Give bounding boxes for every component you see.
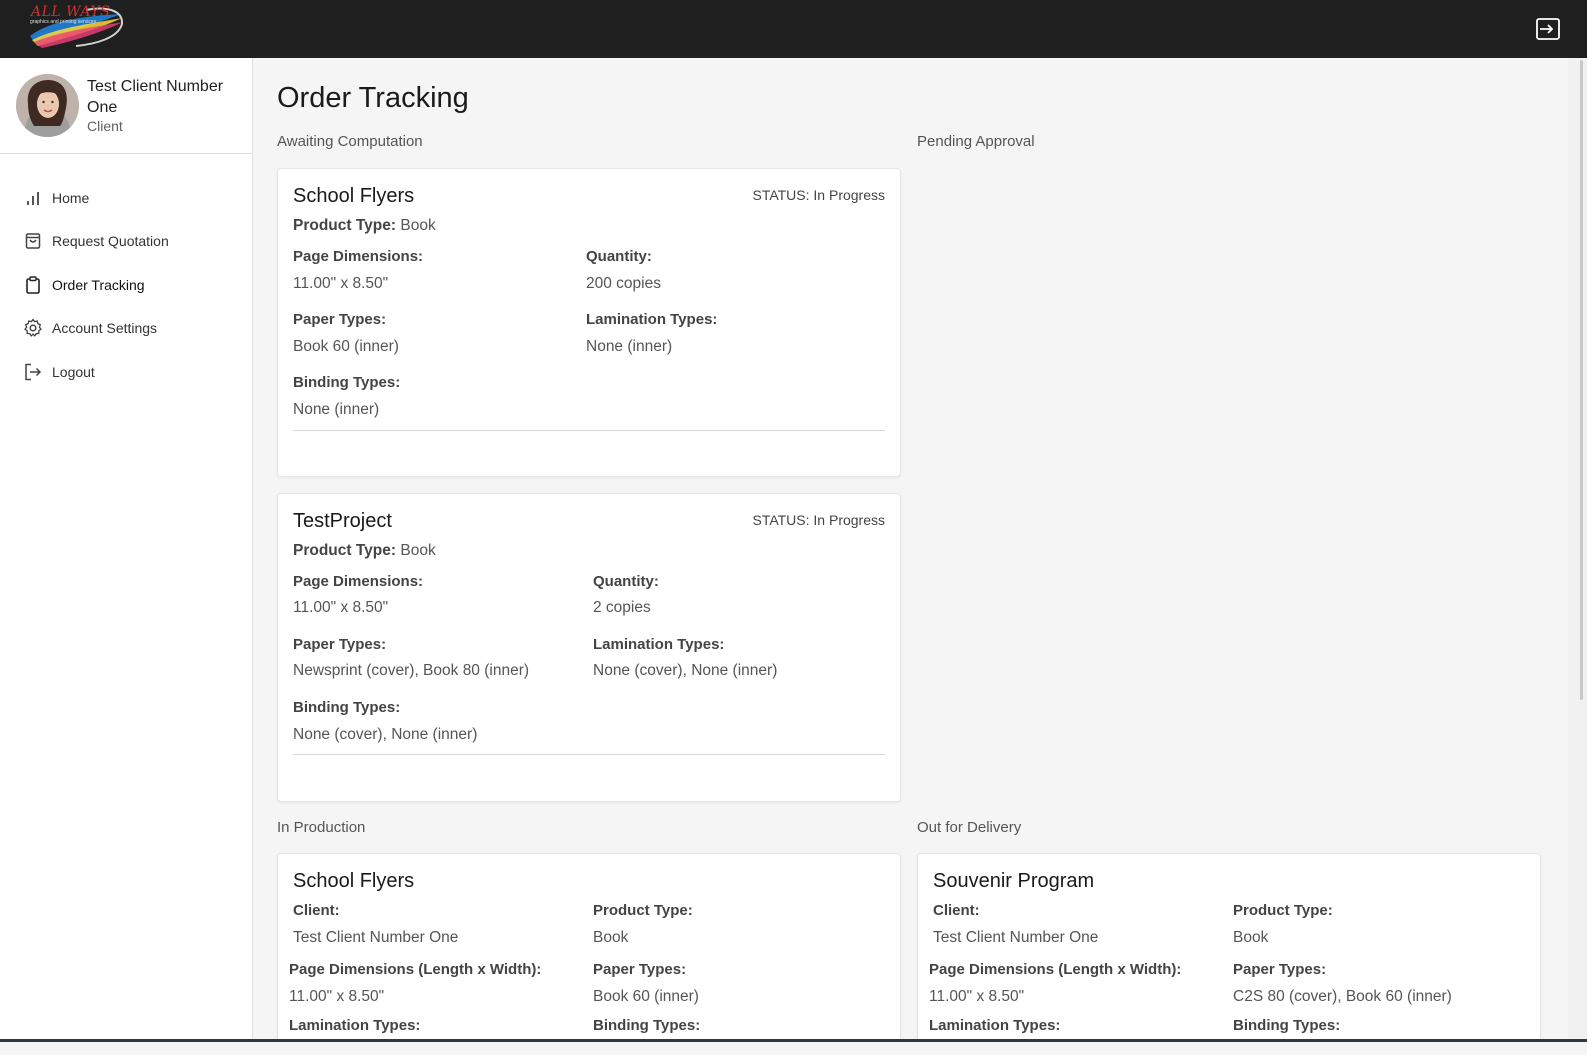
lamination-types-value: None (inner): [586, 338, 673, 355]
page-dimensions-label: Page Dimensions (Length x Width):: [289, 961, 542, 978]
page-title: Order Tracking: [277, 82, 469, 114]
top-app-bar: ALL WAYS graphics and printing services: [0, 0, 1587, 58]
lamination-types-label: Lamination Types:: [586, 311, 718, 328]
order-card[interactable]: School Flyers STATUS: In Progress Produc…: [277, 168, 901, 477]
avatar: [16, 74, 79, 137]
client-value: Test Client Number One: [933, 929, 1099, 946]
product-type-label: Product Type:: [593, 902, 693, 919]
product-type-label: Product Type:: [1233, 902, 1333, 919]
paper-types-value: Book 60 (inner): [593, 988, 699, 1005]
paper-types-label: Paper Types:: [1233, 961, 1327, 978]
quantity-value: 200 copies: [586, 275, 661, 292]
client-label: Client:: [293, 902, 340, 919]
product-type-value: Book: [1233, 929, 1269, 946]
binding-types-value: None (inner): [293, 401, 380, 418]
sidebar-nav: Home Request Quotation Order Tracking Ac…: [0, 176, 252, 394]
company-logo[interactable]: ALL WAYS graphics and printing services: [26, 2, 126, 48]
order-card[interactable]: School Flyers Client: Test Client Number…: [277, 853, 901, 1055]
bar-chart-icon: [23, 188, 43, 208]
product-type-value: Book: [400, 217, 436, 234]
quantity-label: Quantity:: [586, 248, 652, 265]
logout-icon: [23, 362, 43, 382]
main-content: Order Tracking Awaiting Computation Pend…: [253, 58, 1568, 1055]
paper-types-label: Paper Types:: [293, 636, 387, 653]
product-type-value: Book: [593, 929, 629, 946]
client-label: Client:: [933, 902, 980, 919]
paper-types-value: Newsprint (cover), Book 80 (inner): [293, 662, 530, 679]
page-dimensions-label: Page Dimensions:: [293, 248, 424, 265]
column-header-awaiting: Awaiting Computation: [277, 133, 423, 150]
sidebar-item-request-quotation[interactable]: Request Quotation: [0, 220, 252, 264]
sidebar-item-label: Account Settings: [52, 320, 158, 337]
page-dimensions-label: Page Dimensions:: [293, 573, 424, 590]
order-title: Souvenir Program: [933, 870, 1095, 892]
sidebar-item-label: Order Tracking: [52, 276, 145, 293]
logo-text: ALL WAYS: [31, 4, 111, 20]
sidebar-item-account-settings[interactable]: Account Settings: [0, 307, 252, 351]
column-header-pending: Pending Approval: [917, 133, 1035, 150]
card-divider: [293, 430, 885, 431]
quantity-label: Quantity:: [593, 573, 659, 590]
lamination-types-label: Lamination Types:: [289, 1017, 421, 1034]
product-type-value: Book: [400, 542, 436, 559]
order-title: TestProject: [293, 510, 392, 532]
product-type-row: Product Type: Book: [293, 542, 436, 560]
clipboard-icon: [23, 275, 43, 295]
paper-types-label: Paper Types:: [293, 311, 387, 328]
paper-types-value: C2S 80 (cover), Book 60 (inner): [1233, 988, 1452, 1005]
sidebar-item-home[interactable]: Home: [0, 176, 252, 220]
product-type-row: Product Type: Book: [293, 217, 436, 235]
sidebar-item-order-tracking[interactable]: Order Tracking: [0, 263, 252, 307]
client-value: Test Client Number One: [293, 929, 459, 946]
binding-types-label: Binding Types:: [1233, 1017, 1341, 1034]
binding-types-label: Binding Types:: [293, 699, 401, 716]
product-type-label: Product Type:: [293, 217, 397, 234]
paper-types-value: Book 60 (inner): [293, 338, 399, 355]
lamination-types-label: Lamination Types:: [593, 636, 725, 653]
status-badge: STATUS: In Progress: [752, 187, 885, 203]
product-type-label: Product Type:: [293, 542, 397, 559]
page-dimensions-value: 11.00" x 8.50": [293, 599, 389, 616]
page-dimensions-label: Page Dimensions (Length x Width):: [929, 961, 1182, 978]
page-dimensions-value: 11.00" x 8.50": [929, 988, 1025, 1005]
sidebar: Test Client Number One Client Home Reque…: [0, 58, 253, 1055]
order-card[interactable]: TestProject STATUS: In Progress Product …: [277, 493, 901, 802]
paper-types-label: Paper Types:: [593, 961, 687, 978]
avatar-photo-icon: [16, 74, 79, 137]
scrollbar-thumb[interactable]: [1580, 60, 1583, 700]
user-role: Client: [87, 118, 123, 134]
lamination-types-label: Lamination Types:: [929, 1017, 1061, 1034]
logo-subtitle: graphics and printing services: [30, 19, 97, 25]
bottom-strip: [0, 1040, 1587, 1055]
order-title: School Flyers: [293, 185, 415, 207]
lamination-types-value: None (cover), None (inner): [593, 662, 778, 679]
shopping-bag-icon: [23, 231, 43, 251]
gear-icon: [23, 318, 43, 338]
order-card[interactable]: Souvenir Program Client: Test Client Num…: [917, 853, 1541, 1055]
binding-types-label: Binding Types:: [293, 374, 401, 391]
sidebar-item-label: Home: [52, 189, 90, 206]
card-divider: [293, 754, 885, 755]
user-name: Test Client Number One: [87, 78, 224, 116]
user-profile: Test Client Number One Client: [0, 58, 252, 154]
sidebar-item-label: Request Quotation: [52, 233, 169, 250]
binding-types-value: None (cover), None (inner): [293, 726, 478, 743]
sidebar-item-logout[interactable]: Logout: [0, 350, 252, 394]
page-dimensions-value: 11.00" x 8.50": [289, 988, 385, 1005]
page-dimensions-value: 11.00" x 8.50": [293, 275, 389, 292]
binding-types-label: Binding Types:: [593, 1017, 701, 1034]
status-badge: STATUS: In Progress: [752, 512, 885, 528]
vertical-scrollbar[interactable]: [1568, 58, 1587, 1038]
exit-to-app-icon: [1536, 18, 1560, 40]
quantity-value: 2 copies: [593, 599, 651, 616]
order-title: School Flyers: [293, 870, 415, 892]
column-header-delivery: Out for Delivery: [917, 819, 1022, 836]
column-header-production: In Production: [277, 819, 366, 836]
exit-button[interactable]: [1533, 14, 1563, 44]
sidebar-item-label: Logout: [52, 363, 95, 380]
bottom-divider: [0, 1039, 1587, 1042]
